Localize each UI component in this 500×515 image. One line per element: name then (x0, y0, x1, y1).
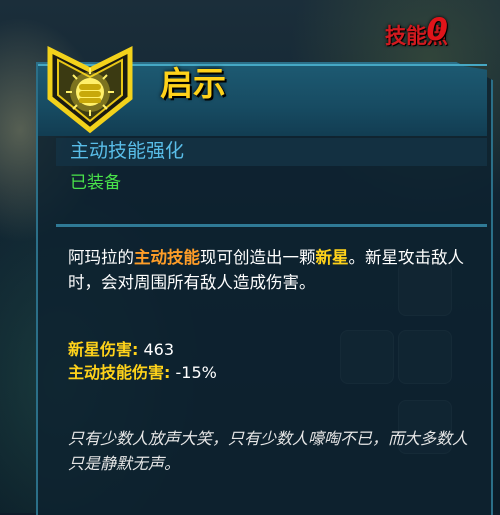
stat-value: 463 (143, 340, 175, 359)
stat-label: 主动技能伤害: (68, 363, 171, 382)
stat-row: 主动技能伤害: -15% (68, 362, 217, 384)
skill-points-value: 0 (426, 12, 448, 48)
skill-badge (44, 44, 136, 136)
skill-title: 启示 (160, 64, 226, 103)
stat-label: 新星伤害: (68, 340, 139, 359)
skill-type: 主动技能强化 (70, 140, 185, 162)
fist-icon (47, 45, 133, 134)
flavor-text: 只有少数人放声大笑，只有少数人嚎啕不已，而大多数人只是静默无声。 (68, 429, 469, 473)
stat-row: 新星伤害: 463 (68, 339, 174, 361)
description-highlight: 新星 (315, 248, 349, 267)
equipped-status: 已装备 (70, 173, 121, 193)
description-highlight: 主动技能 (134, 248, 200, 267)
description-text: 现可创造出一颗 (200, 248, 316, 267)
stat-value: -15% (175, 363, 217, 382)
section-divider (56, 224, 487, 227)
description-text: 阿玛拉的 (68, 248, 134, 267)
skill-description: 阿玛拉的主动技能现可创造出一颗新星。新星攻击敌人时，会对周围所有敌人造成伤害。 (68, 245, 478, 295)
